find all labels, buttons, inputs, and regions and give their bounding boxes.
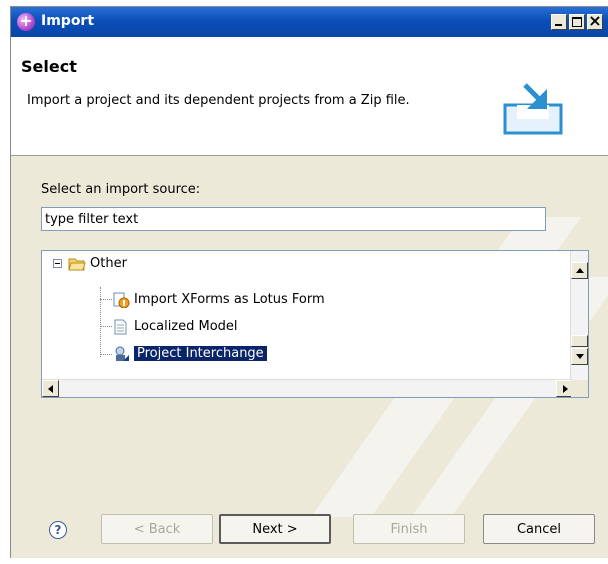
import-dialog: Import Select Import a project and its d… bbox=[10, 6, 608, 558]
collapse-toggle-icon[interactable] bbox=[53, 259, 62, 268]
scroll-up-button[interactable] bbox=[571, 262, 588, 279]
tree-item-label: Import XForms as Lotus Form bbox=[134, 292, 325, 307]
cancel-button[interactable]: Cancel bbox=[483, 514, 595, 544]
import-wizard-icon bbox=[503, 83, 563, 135]
import-source-label: Select an import source: bbox=[41, 182, 201, 197]
tree-folder-other[interactable]: Other bbox=[48, 254, 127, 274]
app-icon bbox=[17, 11, 35, 31]
maximize-button[interactable] bbox=[569, 14, 585, 30]
tree-guide-line bbox=[100, 299, 112, 301]
import-source-tree[interactable]: Other Import XForms as Lotus Form Locali… bbox=[41, 250, 589, 398]
xforms-icon bbox=[112, 292, 130, 308]
scroll-left-button[interactable] bbox=[42, 380, 59, 397]
page-title: Select bbox=[21, 57, 77, 76]
page-description: Import a project and its dependent proje… bbox=[27, 93, 410, 108]
tree-guide-line bbox=[100, 354, 112, 356]
close-button[interactable] bbox=[587, 11, 603, 30]
folder-open-icon bbox=[68, 256, 86, 272]
tree-folder-label: Other bbox=[90, 256, 127, 271]
wizard-banner: Select Import a project and its dependen… bbox=[11, 37, 608, 156]
filter-input[interactable] bbox=[41, 207, 546, 231]
horizontal-scrollbar[interactable] bbox=[42, 379, 573, 397]
scroll-corner bbox=[571, 380, 588, 397]
tree-guide-line bbox=[100, 326, 112, 328]
tree-item-label-selected: Project Interchange bbox=[134, 346, 267, 361]
tree-guide-line bbox=[100, 287, 102, 357]
scroll-down-button[interactable] bbox=[571, 348, 588, 365]
minimize-button[interactable] bbox=[551, 14, 567, 30]
tree-item-localized-model[interactable]: Localized Model bbox=[112, 317, 238, 337]
finish-button[interactable]: Finish bbox=[353, 514, 465, 544]
vertical-scrollbar[interactable] bbox=[570, 251, 588, 382]
tree-item-project-interchange[interactable]: Project Interchange bbox=[112, 344, 267, 364]
back-button[interactable]: < Back bbox=[101, 514, 213, 544]
title-bar[interactable]: Import bbox=[11, 7, 608, 37]
next-button[interactable]: Next > bbox=[219, 514, 331, 544]
project-interchange-icon bbox=[112, 346, 130, 362]
tree-item-import-xforms[interactable]: Import XForms as Lotus Form bbox=[112, 290, 325, 310]
help-icon[interactable]: ? bbox=[49, 521, 67, 539]
scroll-thumb[interactable] bbox=[571, 335, 588, 347]
document-icon bbox=[112, 319, 130, 335]
tree-item-label: Localized Model bbox=[134, 319, 238, 334]
window-title: Import bbox=[41, 13, 95, 29]
